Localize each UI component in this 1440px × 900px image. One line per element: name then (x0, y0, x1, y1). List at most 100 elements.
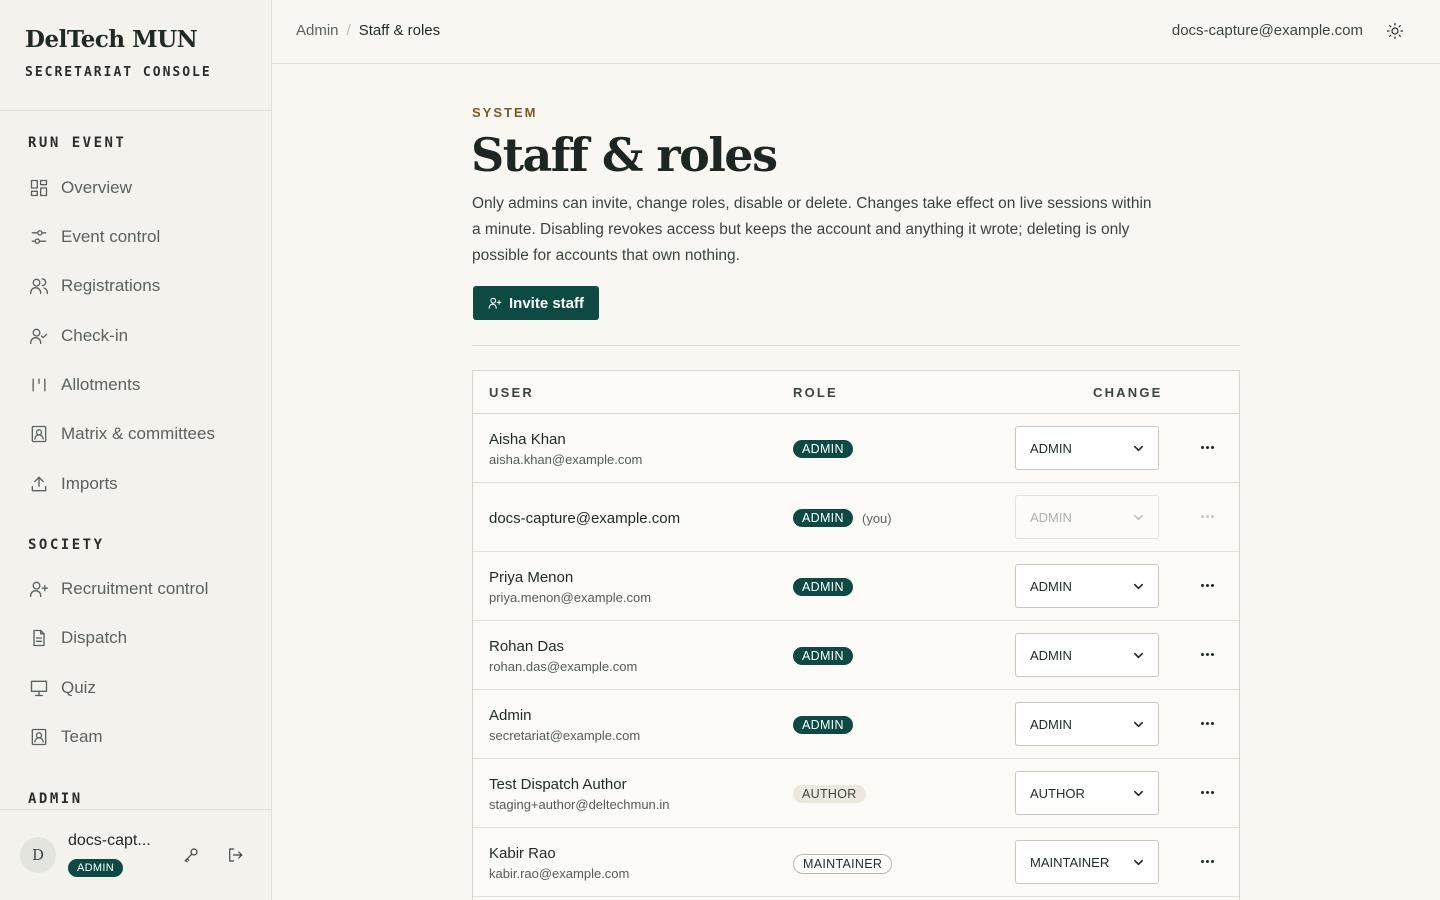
breadcrumb: Admin / Staff & roles (296, 22, 440, 39)
sidebar-item-label: Matrix & committees (61, 424, 215, 443)
sidebar-item-label: Recruitment control (61, 579, 209, 598)
role-select[interactable]: ADMIN (1015, 564, 1159, 608)
more-actions-icon[interactable] (1197, 715, 1217, 731)
users-icon (28, 275, 50, 297)
sidebar-item-label: Registrations (61, 276, 161, 295)
sidebar-item-recruitment-control[interactable]: Recruitment control (28, 575, 208, 603)
you-label: (you) (862, 511, 892, 526)
more-actions-icon (1197, 508, 1217, 524)
sidebar-item-overview[interactable]: Overview (28, 174, 132, 202)
table-row: Rohan Das rohan.das@example.com ADMIN AD… (473, 621, 1239, 690)
table-row: Admin secretariat@example.com ADMIN ADMI… (473, 690, 1239, 759)
current-user-name: docs-capt... (68, 832, 151, 849)
breadcrumb-separator: / (346, 22, 351, 39)
user-plus-icon (28, 578, 50, 600)
user-name: Priya Menon (489, 569, 574, 586)
invite-staff-label: Invite staff (508, 294, 584, 312)
table-header: USER ROLE CHANGE (473, 371, 1239, 414)
table-row: docs-capture@example.com ADMIN (you) ADM… (473, 483, 1239, 552)
role-select-value: ADMIN (1030, 717, 1072, 732)
chevron-down-icon (1134, 790, 1143, 797)
role-select[interactable]: ADMIN (1015, 426, 1159, 470)
more-actions-icon[interactable] (1197, 439, 1217, 455)
role-badge: ADMIN (793, 509, 853, 527)
more-actions-icon[interactable] (1197, 577, 1217, 593)
role-select[interactable]: MAINTAINER (1015, 840, 1159, 884)
role-select-value: AUTHOR (1030, 786, 1085, 801)
sidebar-item-label: Overview (61, 178, 132, 197)
contact-icon (28, 423, 50, 445)
sidebar-item-registrations[interactable]: Registrations (28, 272, 160, 300)
role-badge: ADMIN (793, 578, 853, 596)
role-select[interactable]: ADMIN (1015, 633, 1159, 677)
sidebar-item-team[interactable]: Team (28, 723, 103, 751)
role-select-value: ADMIN (1030, 579, 1072, 594)
nav-section-run-event: RUN EVENT (28, 135, 127, 151)
sidebar-item-dispatch[interactable]: Dispatch (28, 624, 127, 652)
sidebar-item-imports[interactable]: Imports (28, 470, 118, 498)
chevron-down-icon (1134, 514, 1143, 521)
breadcrumb-admin[interactable]: Admin (296, 22, 339, 39)
user-email: secretariat@example.com (489, 728, 641, 743)
chevron-down-icon (1134, 583, 1143, 590)
logout-icon[interactable] (224, 844, 246, 866)
role-badge: ADMIN (793, 716, 853, 734)
sidebar-item-label: Team (61, 727, 103, 746)
sidebar-item-event-control[interactable]: Event control (28, 223, 160, 251)
user-name: Kabir Rao (489, 845, 556, 862)
brand: DelTech MUN SECRETARIAT CONSOLE (0, 0, 271, 111)
brand-subtitle: SECRETARIAT CONSOLE (25, 65, 212, 80)
avatar: D (20, 837, 56, 873)
role-badge: ADMIN (793, 440, 853, 458)
user-email: rohan.das@example.com (489, 659, 638, 674)
role-select-value: MAINTAINER (1030, 855, 1110, 870)
breadcrumb-current: Staff & roles (358, 22, 441, 39)
more-actions-icon[interactable] (1197, 853, 1217, 869)
columns-icon (28, 374, 50, 396)
user-email: staging+author@deltechmun.in (489, 797, 670, 812)
role-badge: MAINTAINER (793, 854, 893, 874)
page-title: Staff & roles (471, 128, 778, 182)
upload-icon (28, 473, 50, 495)
divider (472, 345, 1240, 346)
user-email: priya.menon@example.com (489, 590, 652, 605)
presentation-icon (28, 677, 50, 699)
table-row: Kabir Rao kabir.rao@example.com MAINTAIN… (473, 828, 1239, 897)
sidebar-item-matrix-committees[interactable]: Matrix & committees (28, 420, 215, 448)
user-name: Aisha Khan (489, 431, 566, 448)
key-icon[interactable] (180, 844, 202, 866)
page-description: Only admins can invite, change roles, di… (472, 195, 1152, 264)
chevron-down-icon (1134, 445, 1143, 452)
sidebar: DelTech MUN SECRETARIAT CONSOLE RUN EVEN… (0, 0, 272, 900)
column-header-change: CHANGE (1093, 385, 1163, 400)
sidebar-item-label: Quiz (61, 678, 96, 697)
nav-section-admin: ADMIN (28, 791, 83, 807)
user-name: Rohan Das (489, 638, 565, 655)
sidebar-item-label: Allotments (61, 375, 141, 394)
sidebar-item-check-in[interactable]: Check-in (28, 322, 128, 350)
grid-icon (28, 177, 50, 199)
user-check-icon (28, 325, 50, 347)
more-actions-icon[interactable] (1197, 784, 1217, 800)
role-select[interactable]: AUTHOR (1015, 771, 1159, 815)
chevron-down-icon (1134, 721, 1143, 728)
sidebar-item-allotments[interactable]: Allotments (28, 371, 140, 399)
user-email: aisha.khan@example.com (489, 452, 643, 467)
chevron-down-icon (1134, 859, 1143, 866)
sliders-icon (28, 226, 50, 248)
role-select[interactable]: ADMIN (1015, 702, 1159, 746)
invite-staff-button[interactable]: Invite staff (473, 286, 599, 320)
table-row: Test Dispatch Author staging+author@delt… (473, 759, 1239, 828)
more-actions-icon[interactable] (1197, 646, 1217, 662)
column-header-role: ROLE (793, 385, 838, 400)
column-header-user: USER (489, 385, 534, 400)
role-select: ADMIN (1015, 495, 1159, 539)
sidebar-item-quiz[interactable]: Quiz (28, 674, 96, 702)
role-badge: ADMIN (793, 647, 853, 665)
sun-icon[interactable] (1386, 22, 1406, 42)
sidebar-item-label: Event control (61, 227, 161, 246)
current-user-panel: D docs-capt... ADMIN (0, 809, 271, 900)
user-email: kabir.rao@example.com (489, 866, 630, 881)
user-name: docs-capture@example.com (489, 510, 681, 527)
user-name: Test Dispatch Author (489, 776, 627, 793)
